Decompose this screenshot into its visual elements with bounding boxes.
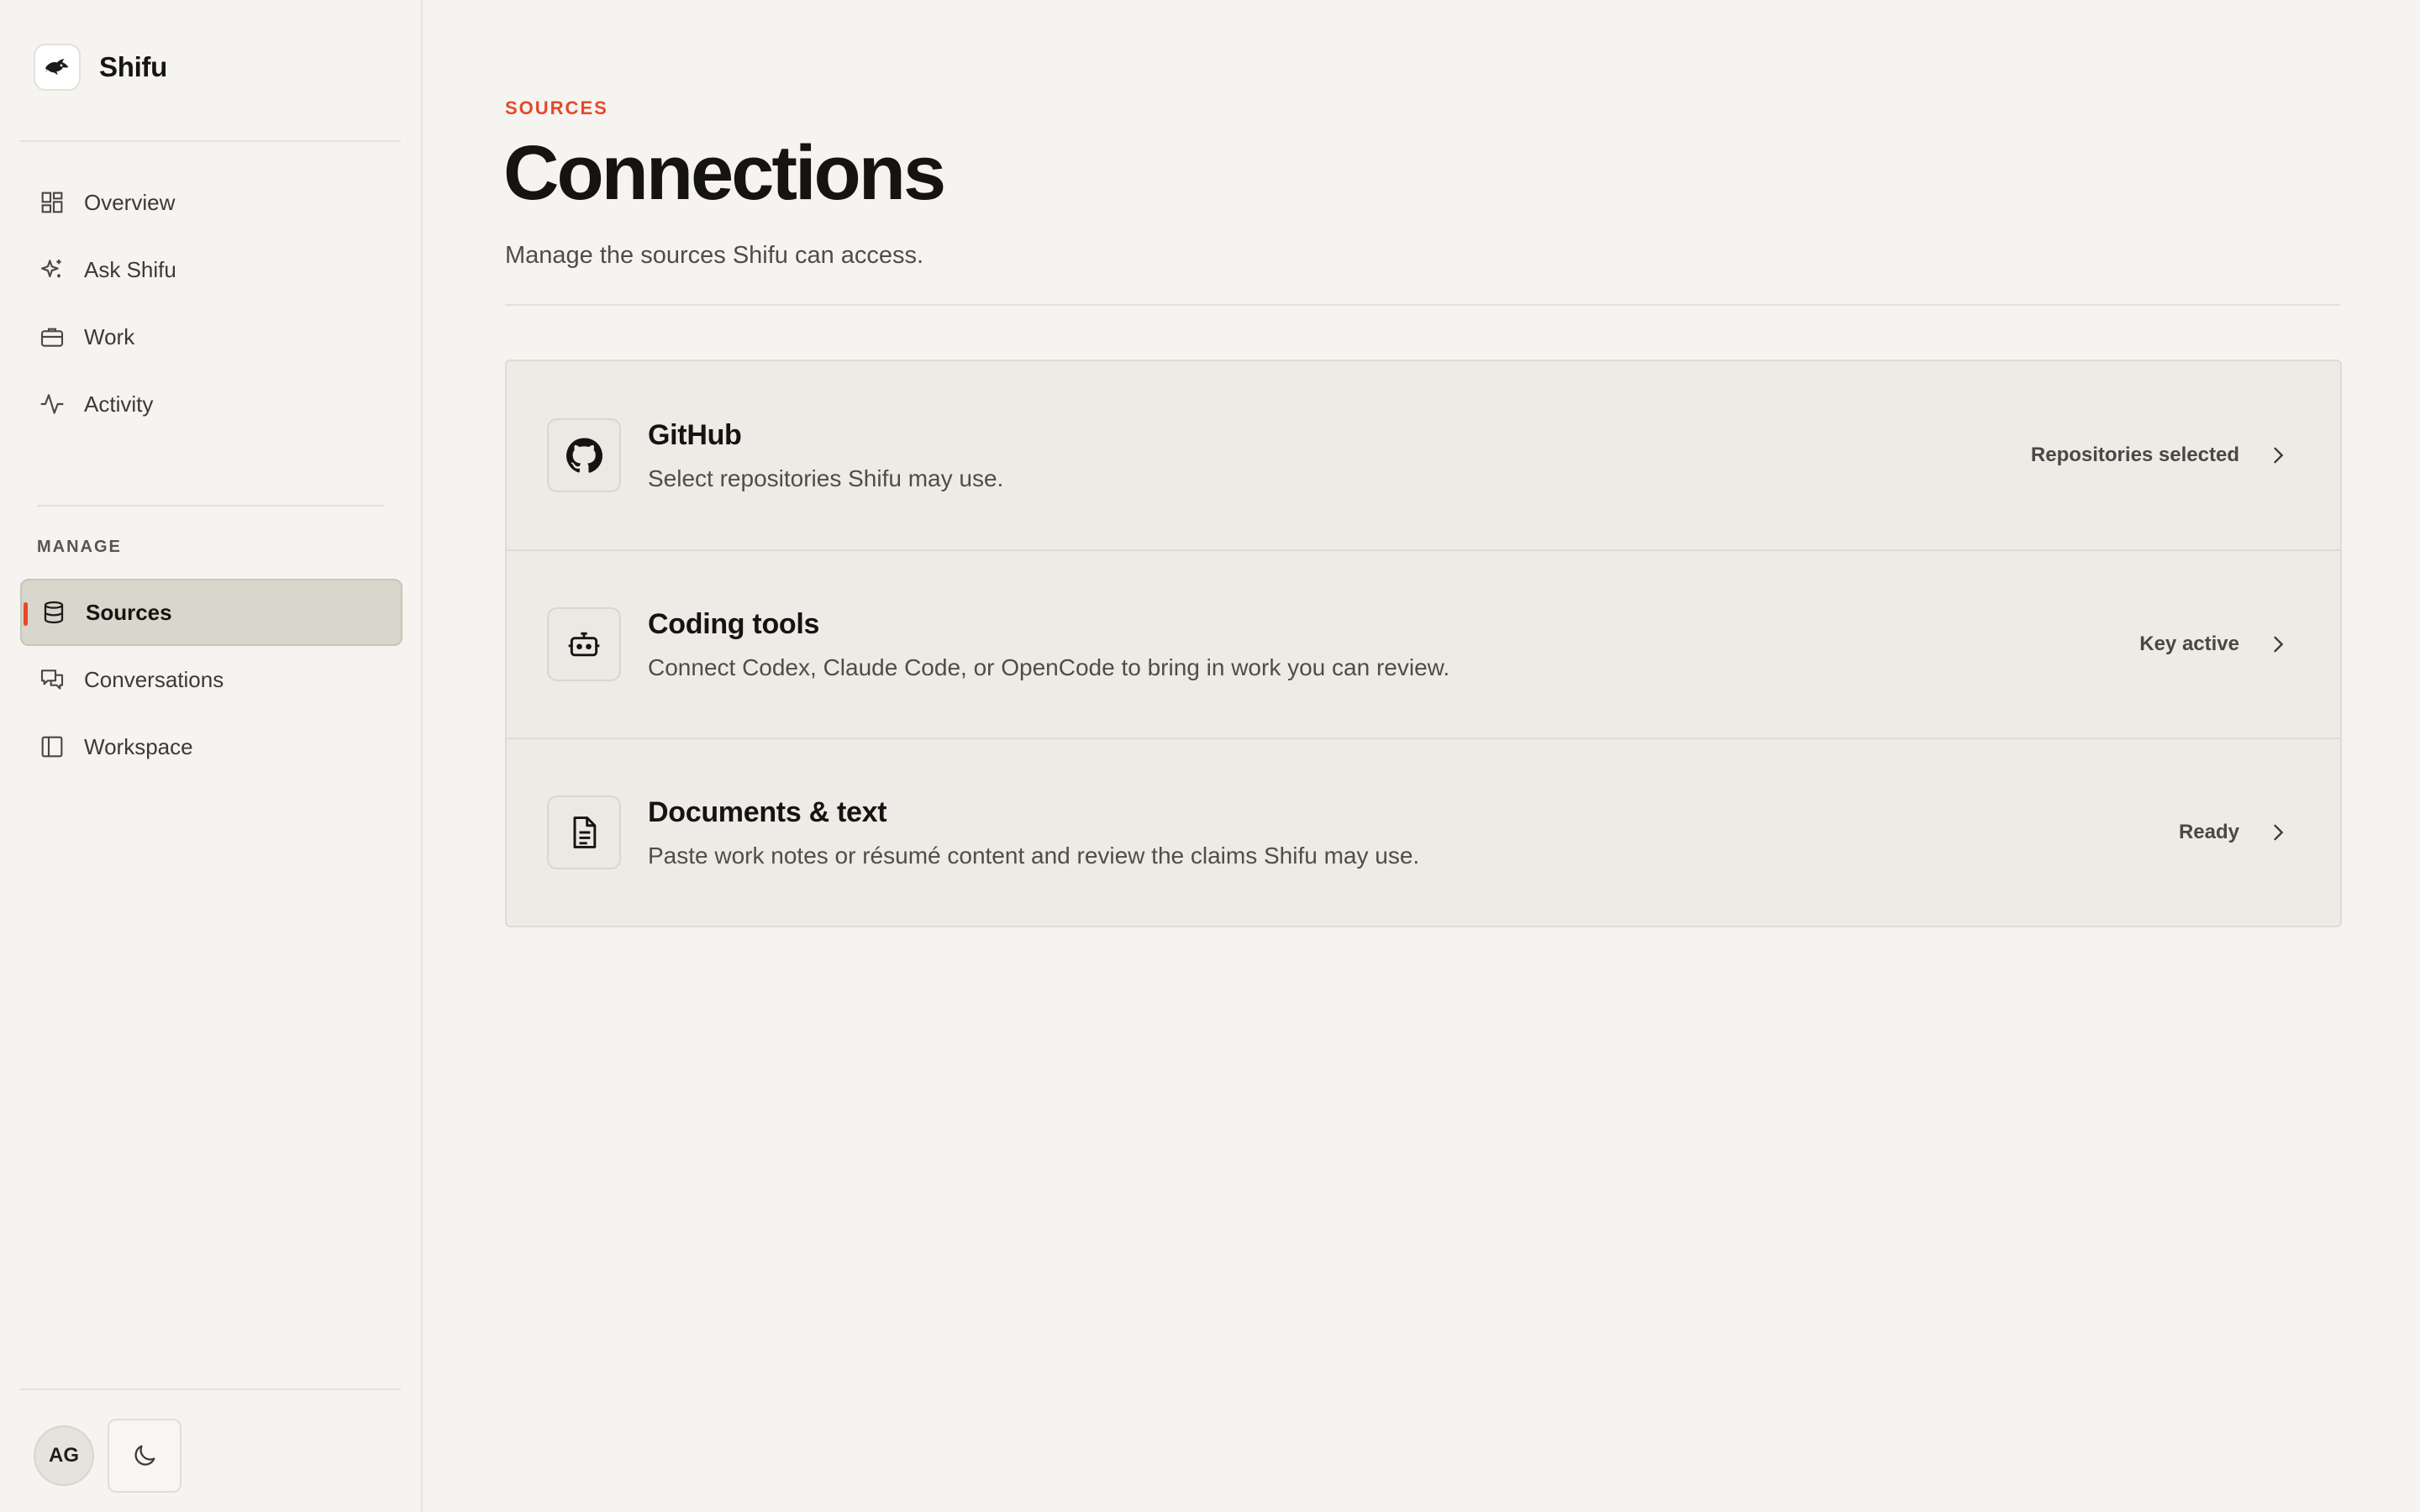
connection-title: Coding tools [648,607,820,640]
connection-status: Repositories selected [2030,444,2239,466]
header-divider [505,304,2340,306]
sidebar-item-label: Activity [84,391,154,417]
manage-nav: Sources Conversations Workspace [20,579,402,780]
bot-icon [547,607,621,681]
briefcase-icon [40,328,64,347]
sidebar-item-sources[interactable]: Sources [20,579,402,646]
sidebar-divider [20,1389,401,1390]
sparkle-icon [40,260,61,278]
panel-icon [41,736,63,758]
sidebar-item-conversations[interactable]: Conversations [20,646,402,713]
sidebar-divider [20,140,401,142]
connection-row-coding-tools[interactable]: Coding tools Connect Codex, Claude Code,… [507,549,2340,738]
primary-nav: Overview Ask Shifu Work Activity [20,169,402,438]
sidebar-item-label: Ask Shifu [84,256,176,282]
connection-text: Documents & text Paste work notes or rés… [648,796,1419,869]
section-label-manage: MANAGE [37,538,122,556]
app-root: Shifu Overview Ask Shifu Work Activity M… [0,0,2420,1512]
connection-row-documents[interactable]: Documents & text Paste work notes or rés… [507,738,2340,926]
sidebar-item-workspace[interactable]: Workspace [20,713,402,780]
connection-status: Ready [2178,821,2239,843]
connections-list: GitHub Select repositories Shifu may use… [505,360,2342,927]
sidebar-item-overview[interactable]: Overview [20,169,402,236]
database-icon [44,601,64,624]
sidebar-item-label: Conversations [84,666,224,692]
sidebar-item-label: Sources [86,599,172,625]
pulse-icon [40,394,64,414]
main-content: SOURCES Connections Manage the sources S… [423,0,2420,1512]
page-title: Connections [503,130,946,216]
theme-toggle-button[interactable] [108,1419,182,1493]
connection-title: GitHub [648,418,742,451]
connection-text: Coding tools Connect Codex, Claude Code,… [648,608,1449,681]
chat-icon [40,669,64,690]
moon-icon [134,1445,155,1466]
sidebar: Shifu Overview Ask Shifu Work Activity M… [0,0,423,1512]
chevron-right-icon [2265,819,2291,846]
connection-description: Connect Codex, Claude Code, or OpenCode … [648,654,1450,680]
chevron-right-icon [2265,442,2291,469]
sidebar-item-label: Work [84,323,135,349]
avatar[interactable]: AG [34,1425,94,1486]
brand[interactable]: Shifu [34,44,167,91]
chevron-right-icon [2265,631,2291,658]
sidebar-item-ask-shifu[interactable]: Ask Shifu [20,236,402,303]
sidebar-item-label: Workspace [84,733,193,759]
connection-description: Select repositories Shifu may use. [648,465,1004,491]
page-subtitle: Manage the sources Shifu can access. [505,242,924,269]
grid-icon [41,192,63,213]
connection-title: Documents & text [648,795,887,828]
sidebar-item-work[interactable]: Work [20,303,402,370]
app-name: Shifu [99,51,167,82]
sidebar-footer: AG [34,1419,182,1493]
connection-text: GitHub Select repositories Shifu may use… [648,419,1003,492]
connection-status: Key active [2139,633,2239,655]
connection-description: Paste work notes or résumé content and r… [648,842,1420,869]
sidebar-item-label: Overview [84,189,176,215]
sidebar-item-activity[interactable]: Activity [20,370,402,438]
github-icon [547,418,621,492]
document-icon [547,795,621,869]
sidebar-divider [37,505,384,507]
connection-row-github[interactable]: GitHub Select repositories Shifu may use… [507,361,2340,549]
fish-logo-icon [34,44,81,91]
page-eyebrow: SOURCES [505,97,608,118]
